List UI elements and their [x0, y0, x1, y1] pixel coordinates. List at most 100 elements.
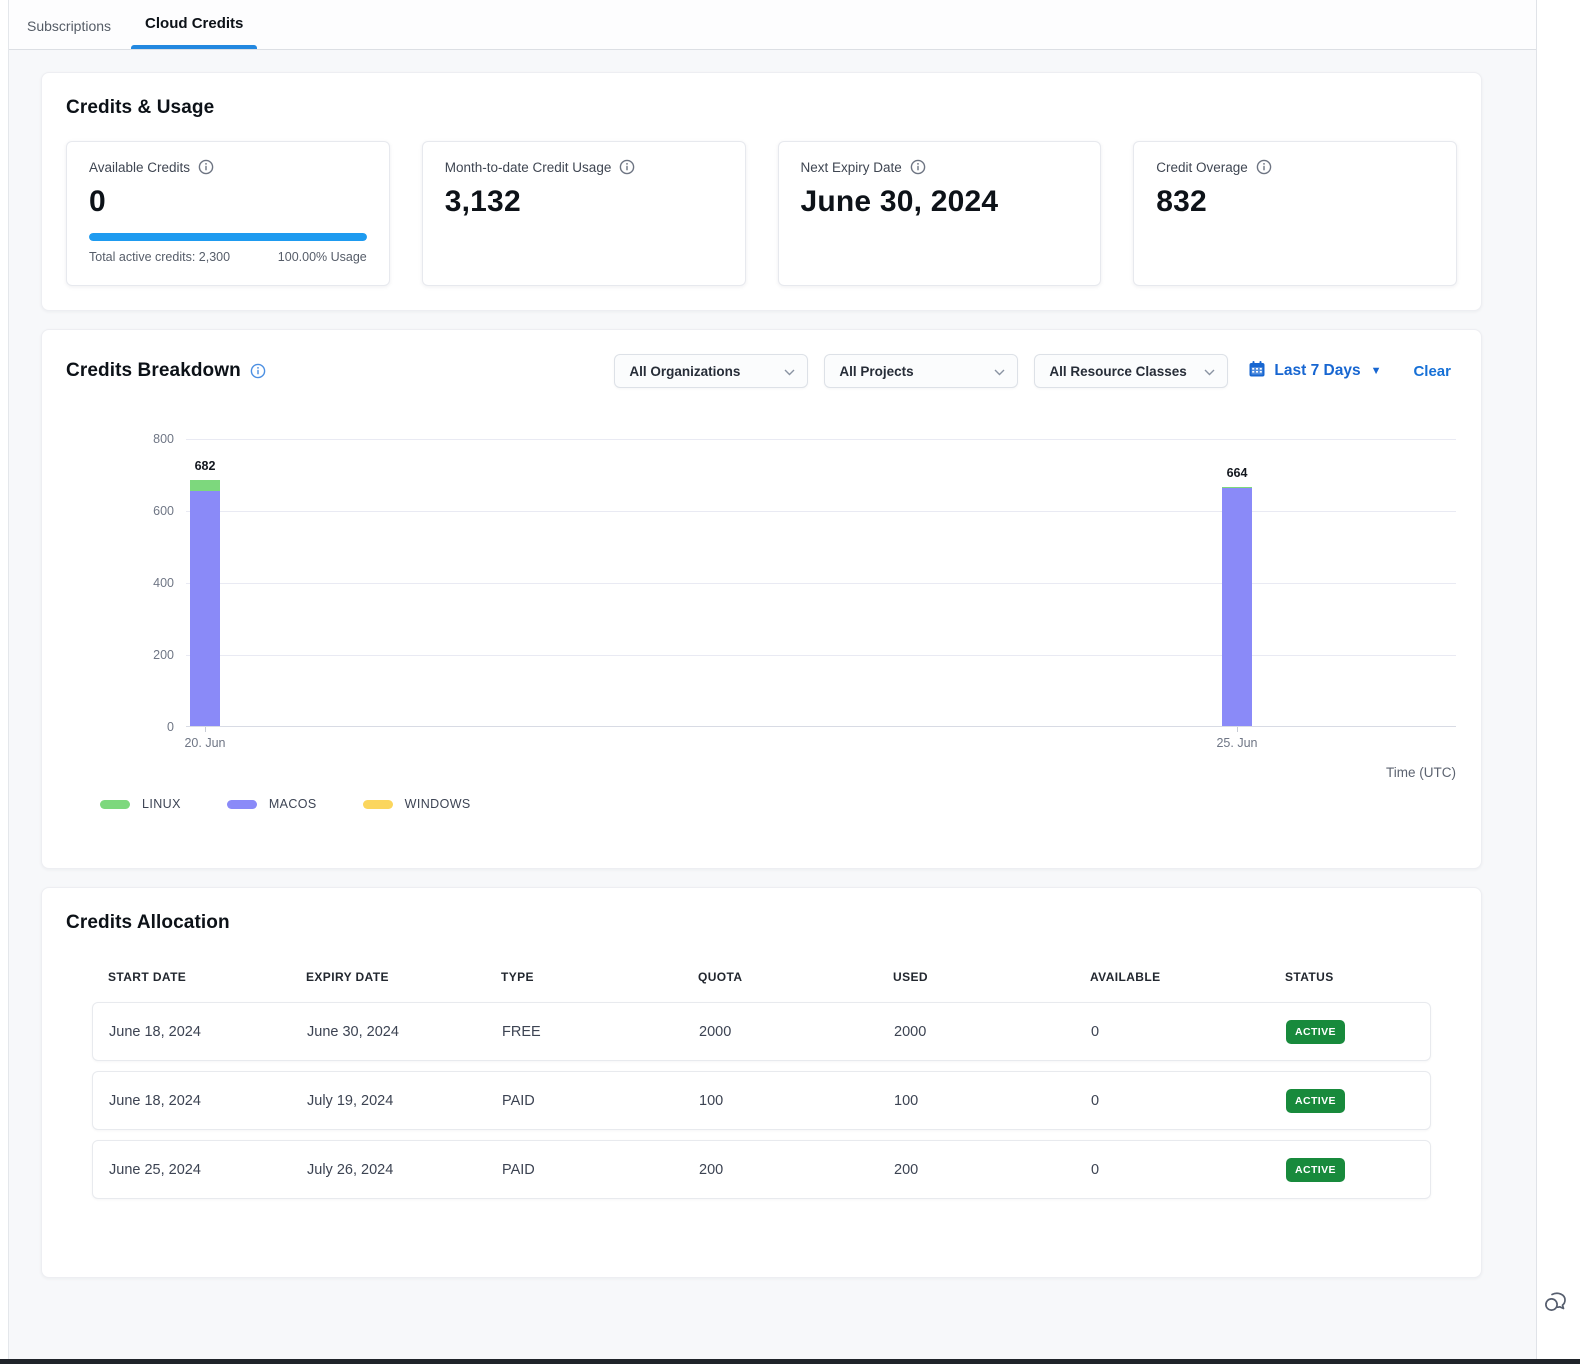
- mtd-usage-card: Month-to-date Credit Usage 3,132: [422, 141, 746, 286]
- linux-swatch: [100, 800, 130, 809]
- stat-card-row: Available Credits 0 Total active credits…: [66, 141, 1457, 286]
- calendar-icon: [1248, 360, 1266, 383]
- cell-available: 0: [1091, 1024, 1286, 1040]
- available-credits-card: Available Credits 0 Total active credits…: [66, 141, 390, 286]
- col-status: STATUS: [1285, 970, 1431, 984]
- windows-swatch: [363, 800, 393, 809]
- projects-filter[interactable]: All Projects: [824, 354, 1018, 388]
- credits-breakdown-panel: Credits Breakdown All Organizations All …: [41, 329, 1482, 869]
- right-margin: [1537, 0, 1580, 1364]
- cell-used: 100: [894, 1093, 1091, 1109]
- tab-subscriptions[interactable]: Subscriptions: [23, 4, 115, 49]
- window-bottom-edge: [0, 1359, 1580, 1364]
- cell-available: 0: [1091, 1093, 1286, 1109]
- col-type: TYPE: [501, 970, 698, 984]
- date-range-value: Last 7 Days: [1274, 362, 1360, 380]
- chevron-down-icon: [1204, 364, 1215, 379]
- col-available: AVAILABLE: [1090, 970, 1285, 984]
- cell-expiry-date: June 30, 2024: [307, 1024, 502, 1040]
- next-expiry-card: Next Expiry Date June 30, 2024: [778, 141, 1102, 286]
- bar-segment-linux: [190, 480, 220, 490]
- cell-start-date: June 18, 2024: [109, 1093, 307, 1109]
- credits-progress-bar: [89, 233, 367, 241]
- next-expiry-label: Next Expiry Date: [801, 160, 902, 175]
- resource-classes-filter-value: All Resource Classes: [1049, 364, 1186, 379]
- organizations-filter-value: All Organizations: [629, 364, 740, 379]
- bar-25-jun[interactable]: [1222, 487, 1252, 726]
- legend-macos-label: MACOS: [269, 797, 317, 811]
- mtd-usage-value: 3,132: [445, 185, 723, 219]
- credit-overage-label: Credit Overage: [1156, 160, 1248, 175]
- cell-available: 0: [1091, 1162, 1286, 1178]
- app-window: Subscriptions Cloud Credits Credits & Us…: [8, 0, 1537, 1364]
- tab-cloud-credits[interactable]: Cloud Credits: [141, 1, 247, 49]
- credits-usage-title: Credits & Usage: [66, 97, 1457, 119]
- cell-quota: 2000: [699, 1024, 894, 1040]
- resource-classes-filter[interactable]: All Resource Classes: [1034, 354, 1228, 388]
- mtd-usage-label: Month-to-date Credit Usage: [445, 160, 612, 175]
- cell-type: FREE: [502, 1024, 699, 1040]
- available-credits-label: Available Credits: [89, 160, 190, 175]
- chart-legend: LINUX MACOS WINDOWS: [100, 797, 471, 811]
- col-used: USED: [893, 970, 1090, 984]
- bar-segment-macos: [1222, 488, 1252, 726]
- status-badge: ACTIVE: [1286, 1158, 1345, 1182]
- col-expiry-date: EXPIRY DATE: [306, 970, 501, 984]
- cell-type: PAID: [502, 1162, 699, 1178]
- bar-20-jun[interactable]: [190, 480, 220, 726]
- table-row[interactable]: June 25, 2024 July 26, 2024 PAID 200 200…: [92, 1140, 1431, 1199]
- info-icon[interactable]: [1256, 159, 1272, 175]
- col-start-date: START DATE: [108, 970, 306, 984]
- chart-plot-area: Credit Usage 800 600 400 200 0: [186, 439, 1456, 727]
- clear-filters-button[interactable]: Clear: [1413, 363, 1451, 380]
- info-icon[interactable]: [910, 159, 926, 175]
- cell-used: 2000: [894, 1024, 1091, 1040]
- credits-allocation-title: Credits Allocation: [66, 912, 1457, 934]
- status-badge: ACTIVE: [1286, 1089, 1345, 1113]
- credit-overage-value: 832: [1156, 185, 1434, 219]
- total-active-credits: Total active credits: 2,300: [89, 250, 230, 264]
- cell-type: PAID: [502, 1093, 699, 1109]
- legend-macos[interactable]: MACOS: [227, 797, 317, 811]
- projects-filter-value: All Projects: [839, 364, 913, 379]
- bar-value-label: 682: [175, 459, 235, 473]
- legend-linux[interactable]: LINUX: [100, 797, 181, 811]
- legend-linux-label: LINUX: [142, 797, 181, 811]
- cell-quota: 200: [699, 1162, 894, 1178]
- support-chat-button[interactable]: [1540, 1287, 1570, 1322]
- cell-quota: 100: [699, 1093, 894, 1109]
- bar-value-label: 664: [1207, 466, 1267, 480]
- date-range-picker[interactable]: Last 7 Days ▼: [1248, 360, 1381, 383]
- status-badge: ACTIVE: [1286, 1020, 1345, 1044]
- macos-swatch: [227, 800, 257, 809]
- credits-usage-panel: Credits & Usage Available Credits 0 Tota…: [41, 72, 1482, 311]
- chat-bubbles-icon: [1540, 1287, 1570, 1317]
- organizations-filter[interactable]: All Organizations: [614, 354, 808, 388]
- tab-bar: Subscriptions Cloud Credits: [9, 0, 1536, 50]
- info-icon[interactable]: [619, 159, 635, 175]
- allocation-table: START DATE EXPIRY DATE TYPE QUOTA USED A…: [92, 970, 1431, 1199]
- bar-segment-macos: [190, 491, 220, 726]
- cell-start-date: June 25, 2024: [109, 1162, 307, 1178]
- page-content: Credits & Usage Available Credits 0 Tota…: [9, 50, 1536, 1278]
- cell-expiry-date: July 26, 2024: [307, 1162, 502, 1178]
- caret-down-icon: ▼: [1371, 365, 1382, 377]
- table-row[interactable]: June 18, 2024 June 30, 2024 FREE 2000 20…: [92, 1002, 1431, 1061]
- x-axis-title: Time (UTC): [1386, 765, 1456, 780]
- info-icon[interactable]: [250, 363, 266, 379]
- table-row[interactable]: June 18, 2024 July 19, 2024 PAID 100 100…: [92, 1071, 1431, 1130]
- y-tick: 400: [114, 576, 174, 590]
- cell-start-date: June 18, 2024: [109, 1024, 307, 1040]
- allocation-table-header: START DATE EXPIRY DATE TYPE QUOTA USED A…: [92, 970, 1431, 1002]
- credit-overage-card: Credit Overage 832: [1133, 141, 1457, 286]
- chevron-down-icon: [784, 364, 795, 379]
- credits-breakdown-title: Credits Breakdown: [66, 360, 241, 382]
- x-tick-label: 25. Jun: [1202, 736, 1272, 750]
- chevron-down-icon: [994, 364, 1005, 379]
- legend-windows[interactable]: WINDOWS: [363, 797, 471, 811]
- usage-percent: 100.00% Usage: [278, 250, 367, 264]
- credit-usage-chart: Credit Usage 800 600 400 200 0: [66, 439, 1457, 811]
- info-icon[interactable]: [198, 159, 214, 175]
- legend-windows-label: WINDOWS: [405, 797, 471, 811]
- cell-used: 200: [894, 1162, 1091, 1178]
